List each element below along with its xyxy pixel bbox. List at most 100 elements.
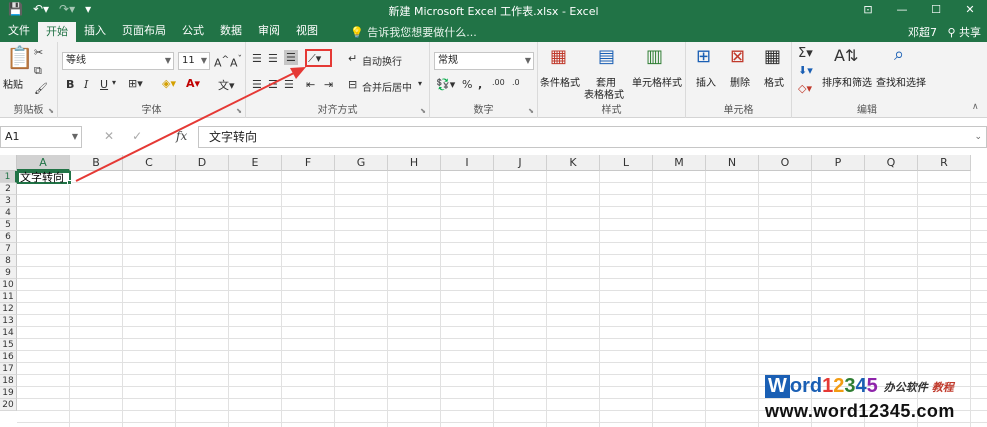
align-bottom-icon[interactable]: ☰ xyxy=(284,50,298,65)
row-header[interactable]: 3 xyxy=(0,195,17,207)
font-color-icon[interactable]: A▾ xyxy=(186,77,200,90)
wrap-text-icon[interactable]: ↵ xyxy=(348,52,357,65)
row-header[interactable]: 4 xyxy=(0,207,17,219)
row-header[interactable]: 20 xyxy=(0,399,17,411)
cut-icon[interactable]: ✂ xyxy=(34,46,43,59)
align-top-icon[interactable]: ☰ xyxy=(252,52,262,65)
percent-button[interactable]: % xyxy=(462,78,472,91)
cell-styles-button[interactable]: 单元格样式 xyxy=(632,74,682,89)
column-header[interactable]: G xyxy=(335,155,388,171)
column-header[interactable]: P xyxy=(812,155,865,171)
row-header[interactable]: 7 xyxy=(0,243,17,255)
tab-review[interactable]: 审阅 xyxy=(250,20,288,42)
italic-button[interactable]: I xyxy=(84,78,88,91)
row-header[interactable]: 14 xyxy=(0,327,17,339)
column-header[interactable]: R xyxy=(918,155,971,171)
row-header[interactable]: 12 xyxy=(0,303,17,315)
select-all-corner[interactable] xyxy=(0,155,17,171)
decrease-indent-icon[interactable]: ⇤ xyxy=(306,78,315,91)
align-middle-icon[interactable]: ☰ xyxy=(268,52,278,65)
column-header[interactable]: A xyxy=(17,155,70,171)
underline-button[interactable]: U xyxy=(100,78,108,91)
close-icon[interactable]: ✕ xyxy=(953,0,987,20)
cancel-icon[interactable]: ✕ xyxy=(104,129,114,143)
column-header[interactable]: B xyxy=(70,155,123,171)
column-header[interactable]: H xyxy=(388,155,441,171)
format-cells-icon[interactable]: ▦ xyxy=(764,46,781,67)
font-name-select[interactable]: 等线 ▼ xyxy=(62,52,174,70)
sort-filter-icon[interactable]: A⇅ xyxy=(834,46,858,65)
row-header[interactable]: 18 xyxy=(0,375,17,387)
row-header[interactable]: 9 xyxy=(0,267,17,279)
row-header[interactable]: 10 xyxy=(0,279,17,291)
conditional-formatting-button[interactable]: 条件格式 xyxy=(540,74,580,89)
tab-page-layout[interactable]: 页面布局 xyxy=(114,20,174,42)
row-header[interactable]: 6 xyxy=(0,231,17,243)
share-button[interactable]: ⚲ 共享 xyxy=(947,24,981,40)
column-header[interactable]: L xyxy=(600,155,653,171)
formula-input[interactable]: 文字转向 ⌄ xyxy=(198,126,987,148)
phonetic-icon[interactable]: 文▾ xyxy=(218,77,235,93)
format-as-table-line2[interactable]: 表格格式 xyxy=(584,86,624,101)
align-right-icon[interactable]: ☰ xyxy=(284,78,294,91)
align-center-icon[interactable]: ☰ xyxy=(268,78,278,91)
number-launcher-icon[interactable]: ⬊ xyxy=(528,107,534,115)
column-header[interactable]: F xyxy=(282,155,335,171)
tell-me-box[interactable]: 💡 告诉我您想要做什么... xyxy=(350,24,477,40)
tab-insert[interactable]: 插入 xyxy=(76,20,114,42)
delete-cells-icon[interactable]: ⊠ xyxy=(730,46,745,67)
format-cells-button[interactable]: 格式 xyxy=(764,74,784,89)
row-header[interactable]: 5 xyxy=(0,219,17,231)
ribbon-display-options-icon[interactable]: ⊡ xyxy=(851,0,885,20)
tab-home[interactable]: 开始 xyxy=(38,22,76,42)
merge-center-button[interactable]: 合并后居中 xyxy=(362,79,412,94)
bold-button[interactable]: B xyxy=(66,78,74,91)
row-header[interactable]: 15 xyxy=(0,339,17,351)
column-header[interactable]: J xyxy=(494,155,547,171)
tab-formulas[interactable]: 公式 xyxy=(174,20,212,42)
comma-button[interactable]: , xyxy=(478,78,482,91)
decrease-decimal-icon[interactable]: .0 xyxy=(512,78,520,87)
column-header[interactable]: D xyxy=(176,155,229,171)
font-size-select[interactable]: 11 ▼ xyxy=(178,52,210,70)
merge-center-icon[interactable]: ⊟ xyxy=(348,78,357,91)
find-select-icon[interactable]: ⌕ xyxy=(894,44,904,65)
wrap-text-button[interactable]: 自动换行 xyxy=(362,53,402,68)
column-header[interactable]: O xyxy=(759,155,812,171)
row-header[interactable]: 13 xyxy=(0,315,17,327)
currency-icon[interactable]: 💱▾ xyxy=(436,78,455,91)
enter-icon[interactable]: ✓ xyxy=(132,129,142,143)
row-header[interactable]: 8 xyxy=(0,255,17,267)
fill-icon[interactable]: ⬇▾ xyxy=(798,64,813,77)
fill-handle[interactable] xyxy=(67,180,72,185)
tab-file[interactable]: 文件 xyxy=(0,20,38,42)
chevron-down-icon[interactable]: ⌄ xyxy=(974,127,982,147)
cell-a1[interactable]: 文字转向 xyxy=(17,171,72,185)
row-header[interactable]: 17 xyxy=(0,363,17,375)
row-header[interactable]: 2 xyxy=(0,183,17,195)
delete-cells-button[interactable]: 删除 xyxy=(730,74,750,89)
conditional-formatting-icon[interactable]: ▦ xyxy=(550,46,567,67)
row-header[interactable]: 19 xyxy=(0,387,17,399)
format-painter-icon[interactable]: 🖌 xyxy=(34,82,48,95)
column-header[interactable]: N xyxy=(706,155,759,171)
insert-cells-button[interactable]: 插入 xyxy=(696,74,716,89)
paste-button[interactable]: 粘贴 xyxy=(3,76,23,91)
sort-filter-button[interactable]: 排序和筛选 xyxy=(822,74,872,89)
copy-icon[interactable]: ⧉ xyxy=(34,64,42,78)
column-header[interactable]: I xyxy=(441,155,494,171)
row-header[interactable]: 1 xyxy=(0,171,17,183)
fill-color-icon[interactable]: ◈▾ xyxy=(162,77,176,90)
column-header[interactable]: M xyxy=(653,155,706,171)
number-format-select[interactable]: 常规 ▼ xyxy=(434,52,534,70)
paste-icon[interactable]: 📋 xyxy=(6,46,33,71)
tab-view[interactable]: 视图 xyxy=(288,20,326,42)
format-as-table-icon[interactable]: ▤ xyxy=(598,46,615,67)
minimize-icon[interactable]: — xyxy=(885,0,919,20)
clear-icon[interactable]: ◇▾ xyxy=(798,82,812,95)
alignment-launcher-icon[interactable]: ⬊ xyxy=(420,107,426,115)
column-header[interactable]: Q xyxy=(865,155,918,171)
cell-styles-icon[interactable]: ▥ xyxy=(646,46,663,67)
column-header[interactable]: E xyxy=(229,155,282,171)
borders-icon[interactable]: ⊞▾ xyxy=(128,77,143,90)
